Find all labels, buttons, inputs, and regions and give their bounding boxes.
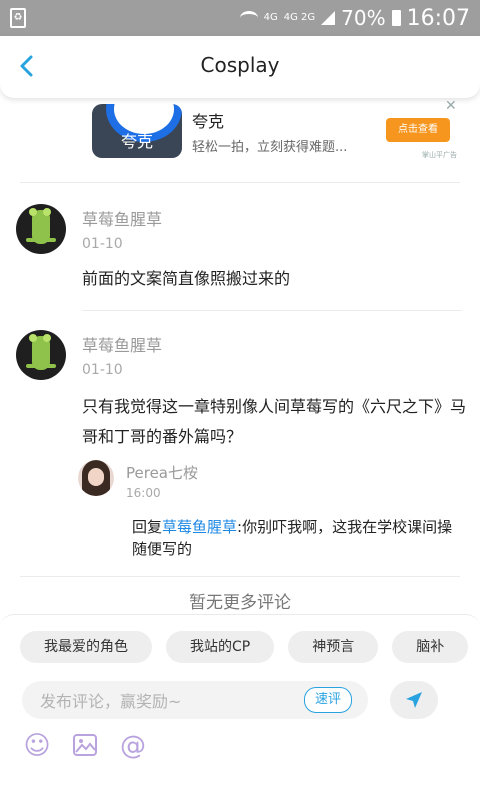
- ad-app-icon-label: 夸克: [120, 132, 153, 151]
- reply-username[interactable]: Perea七桉: [126, 462, 198, 483]
- topic-chip[interactable]: 我站的CP: [166, 631, 275, 663]
- battery-icon: [391, 10, 401, 26]
- avatar-eye: [29, 334, 37, 342]
- topic-chip[interactable]: 神预言: [288, 631, 379, 663]
- ad-app-icon[interactable]: 夸克: [92, 104, 182, 158]
- ad-view-button[interactable]: 点击查看: [386, 118, 450, 142]
- comment-date: 01-10: [82, 362, 123, 378]
- ad-banner[interactable]: 夸克 夸克 轻松一拍，立刻获得难题... 点击查看 掌山平广告 ✕: [92, 98, 462, 162]
- comment-text[interactable]: 只有我觉得这一章特别像人间草莓写的《六尺之下》马哥和丁哥的番外篇吗？: [82, 392, 468, 452]
- avatar-eye: [43, 208, 51, 216]
- close-icon[interactable]: ✕: [445, 98, 457, 114]
- send-button[interactable]: [390, 681, 438, 719]
- topic-chip[interactable]: 脑补: [392, 631, 469, 663]
- avatar-legs: [26, 238, 56, 242]
- mention-icon[interactable]: @: [118, 731, 148, 761]
- signal-icon: [321, 11, 336, 25]
- avatar-face: [88, 468, 104, 486]
- ad-source: 掌山平广告: [422, 151, 457, 159]
- topic-chips: 我最爱的角色 我站的CP 神预言 脑补: [20, 631, 469, 663]
- no-more-comments: 暂无更多评论: [189, 593, 291, 613]
- image-icon[interactable]: [70, 731, 100, 761]
- network-label: 4G: [263, 12, 278, 23]
- emoji-icon[interactable]: ☺: [22, 731, 52, 761]
- comment-input[interactable]: [38, 681, 292, 721]
- clock: 16:07: [406, 5, 470, 31]
- quick-review-button[interactable]: 速评: [303, 687, 352, 713]
- network-label-secondary: 4G 2G: [283, 12, 316, 23]
- reply-text[interactable]: 回复草莓鱼腥草:你别吓我啊，这我在学校课间操随便写的: [132, 516, 462, 560]
- composer-tools: ☺ @: [22, 731, 148, 761]
- status-bar: ♻ 4G 4G 2G 70% 16:07: [0, 0, 480, 36]
- reply-time: 16:00: [126, 486, 161, 500]
- send-icon: [406, 692, 422, 708]
- page-title: Cosplay: [200, 53, 280, 77]
- recycle-icon: ♻: [10, 8, 26, 28]
- wifi-icon: [239, 11, 258, 25]
- avatar-eye: [29, 208, 37, 216]
- comment-username[interactable]: 草莓鱼腥草: [82, 206, 162, 230]
- reply-mention-link[interactable]: 草莓鱼腥草: [162, 518, 237, 536]
- divider: [20, 182, 460, 183]
- avatar-eye: [43, 334, 51, 342]
- comment-date: 01-10: [82, 236, 123, 252]
- ad-app-name: 夸克: [192, 112, 225, 131]
- avatar[interactable]: [16, 204, 66, 254]
- comment-text[interactable]: 前面的文案简直像照搬过来的: [82, 264, 462, 294]
- divider: [82, 310, 462, 311]
- comment-composer: 我最爱的角色 我站的CP 神预言 脑补 速评 ☺ @: [0, 614, 480, 801]
- avatar[interactable]: [16, 330, 66, 380]
- avatar-legs: [26, 364, 56, 368]
- status-icons: 4G 4G 2G 70% 16:07: [239, 0, 470, 36]
- comment-username[interactable]: 草莓鱼腥草: [82, 332, 162, 356]
- reply-avatar[interactable]: [78, 460, 114, 496]
- comment-input-box[interactable]: 速评: [22, 681, 368, 721]
- topic-chip[interactable]: 我最爱的角色: [20, 631, 152, 663]
- top-bar: Cosplay: [0, 36, 480, 98]
- divider: [20, 576, 460, 577]
- ad-description: 轻松一拍，立刻获得难题...: [192, 140, 348, 155]
- reply-prefix: 回复: [132, 518, 163, 536]
- battery-percent: 70%: [341, 6, 386, 30]
